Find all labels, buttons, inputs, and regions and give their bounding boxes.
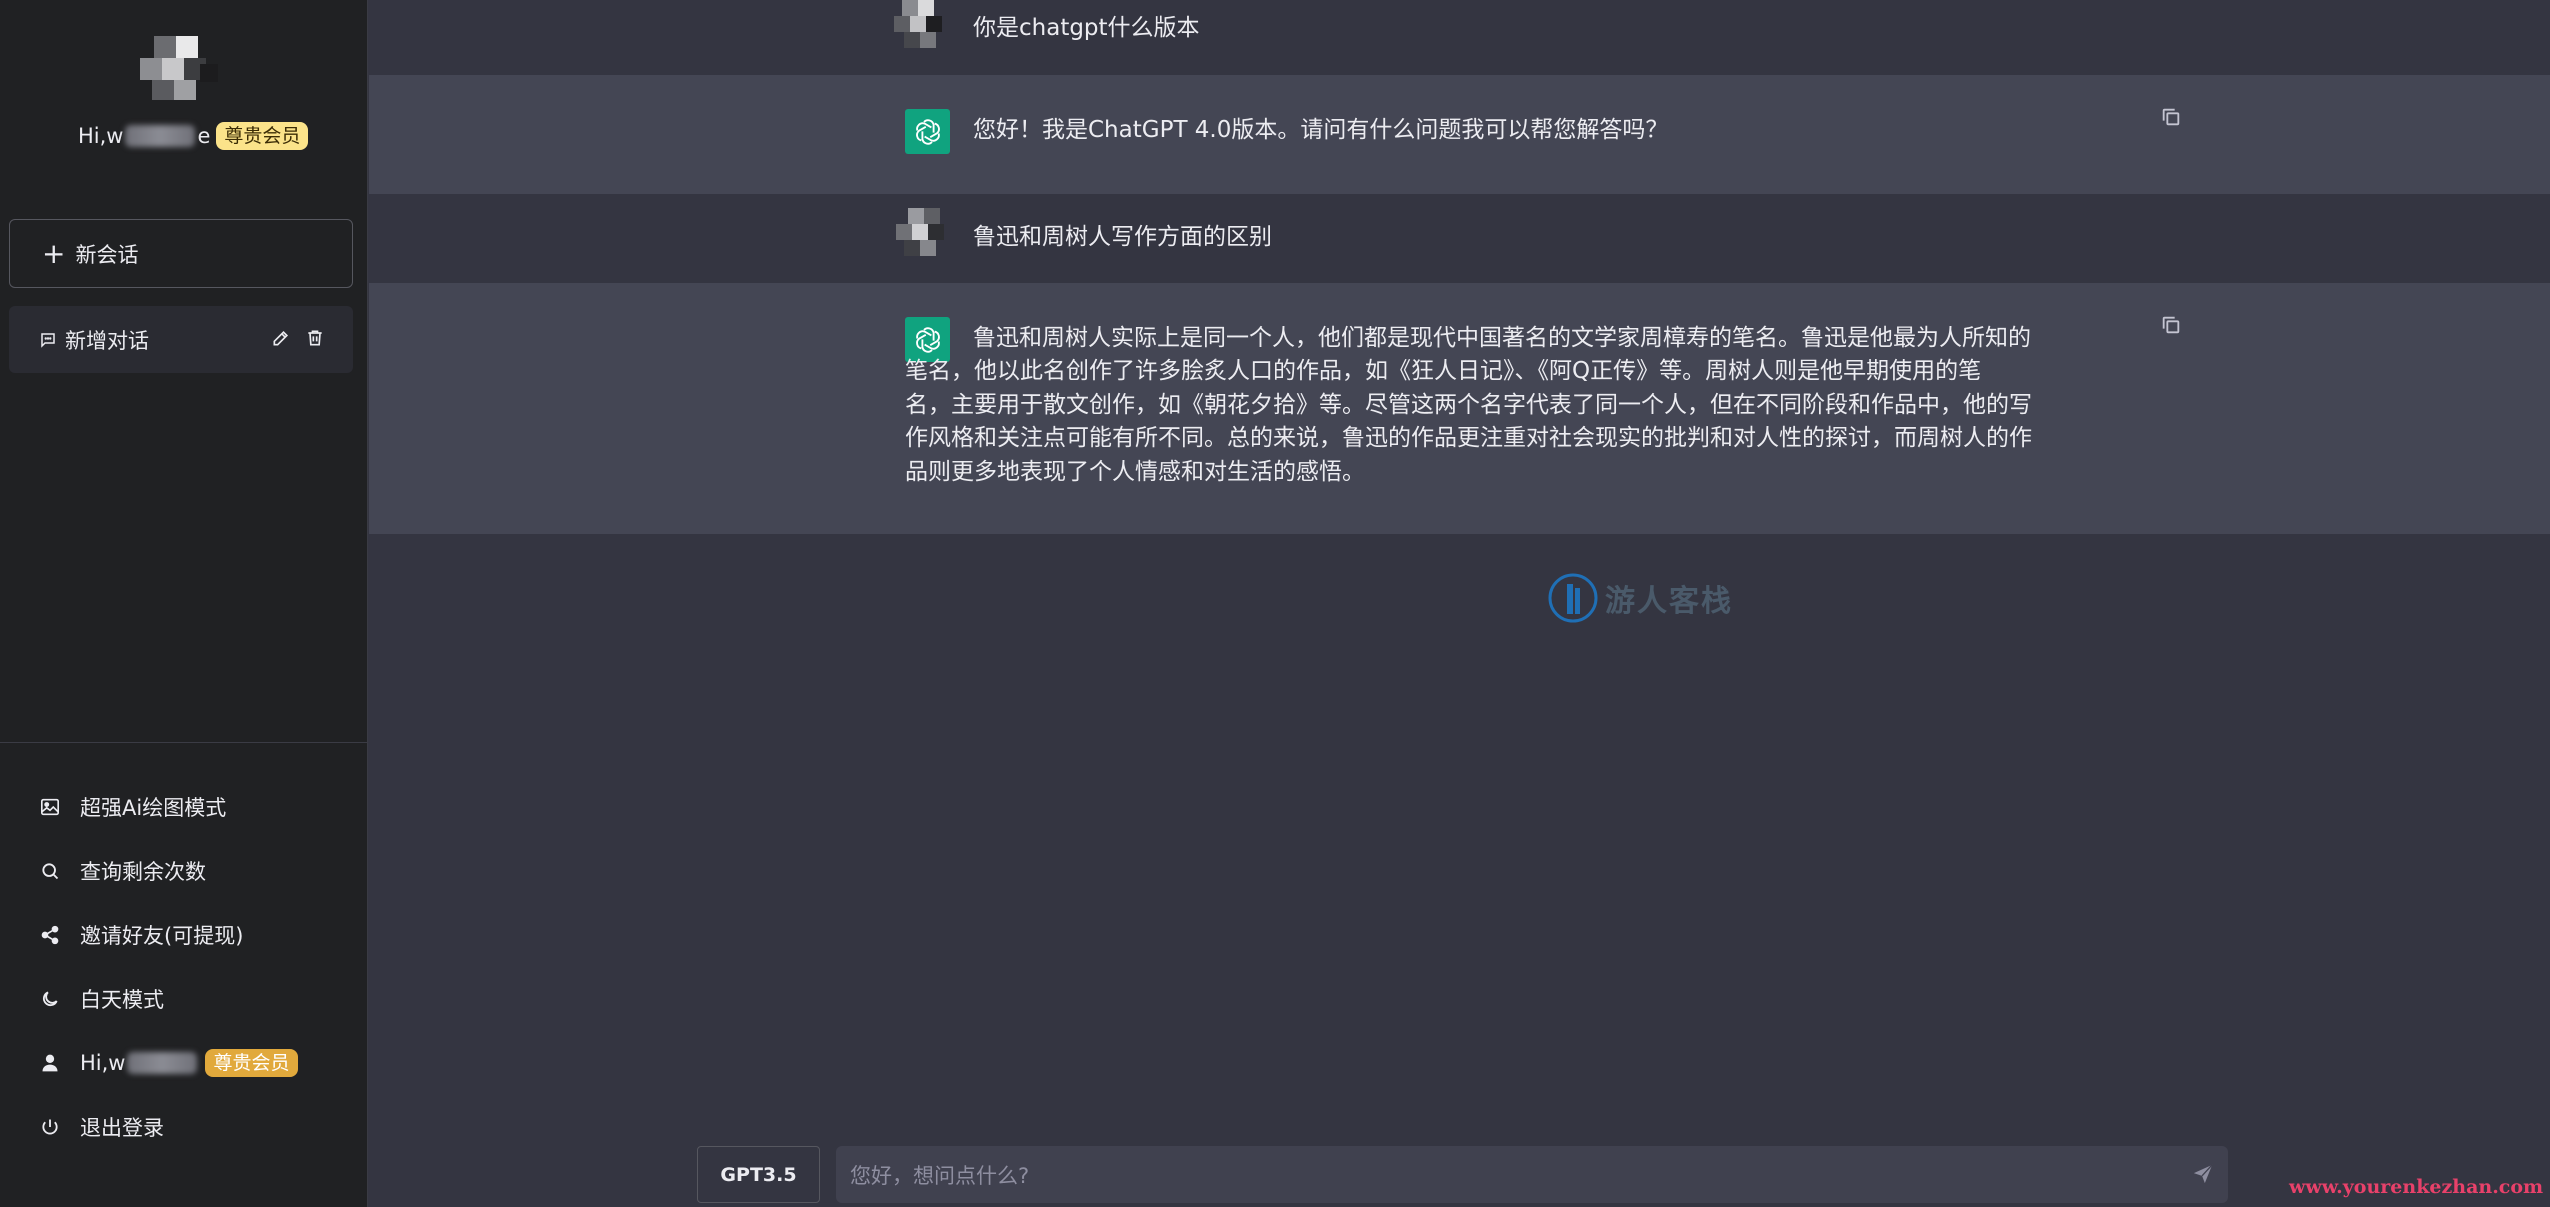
message-line: 名，主要用于散文创作，如《朝花夕拾》等。尽管这两个名字代表了同一个人，但在不同阶… — [905, 392, 2032, 418]
edit-icon[interactable] — [271, 328, 291, 348]
new-chat-button[interactable]: + 新会话 — [9, 219, 353, 288]
watermark-title: 游人客栈 — [1605, 584, 1733, 619]
moon-icon — [38, 989, 62, 1009]
chat-main: 你是chatgpt什么版本 您好！我是ChatGPT 4.0版本。请问有什么问题… — [369, 0, 2550, 1207]
sidebar: Hi,w e 尊贵会员 + 新会话 新增对话 超强Ai绘图模式 查询剩余次数 邀… — [0, 0, 368, 1207]
blurred-username — [127, 1052, 198, 1074]
member-badge: 尊贵会员 — [216, 122, 309, 150]
chat-input-box — [836, 1146, 2228, 1205]
message-text: 你是chatgpt什么版本 — [973, 15, 1200, 41]
menu-label: 查询剩余次数 — [80, 860, 206, 884]
menu-item-user[interactable]: Hi,w 尊贵会员 — [0, 1031, 368, 1095]
sidebar-menu: 超强Ai绘图模式 查询剩余次数 邀请好友(可提现) 白天模式 Hi,w 尊贵会员… — [0, 775, 368, 1159]
menu-label: 退出登录 — [80, 1116, 164, 1140]
message-line: 鲁迅和周树人实际上是同一个人，他们都是现代中国著名的文学家周樟寿的笔名。鲁迅是他… — [973, 325, 2031, 351]
copy-icon[interactable] — [2160, 106, 2182, 132]
user-avatar — [894, 208, 950, 264]
profile-greeting: Hi,w e 尊贵会员 — [78, 121, 309, 151]
image-icon — [38, 798, 62, 816]
profile-avatar[interactable] — [140, 36, 222, 100]
model-select-button[interactable]: GPT3.5 — [697, 1146, 820, 1203]
message-row-user: 你是chatgpt什么版本 — [369, 0, 2550, 75]
chat-input[interactable] — [848, 1146, 2162, 1205]
blurred-username — [125, 125, 196, 147]
greeting-suffix: e — [197, 124, 211, 148]
user-avatar — [894, 0, 950, 56]
power-icon — [38, 1117, 62, 1137]
menu-label: 邀请好友(可提现) — [80, 924, 244, 948]
watermark-emblem-icon — [1548, 573, 1598, 623]
member-badge: 尊贵会员 — [205, 1049, 298, 1077]
menu-label: 白天模式 — [80, 988, 164, 1012]
menu-label: Hi,w — [80, 1051, 126, 1075]
menu-label: 超强Ai绘图模式 — [80, 796, 227, 820]
message-row-assistant: 鲁迅和周树人实际上是同一个人，他们都是现代中国著名的文学家周樟寿的笔名。鲁迅是他… — [369, 283, 2550, 534]
chatgpt-logo-icon — [905, 109, 950, 154]
watermark-logo: 游人客栈 — [1547, 572, 1733, 624]
search-icon — [38, 861, 62, 881]
menu-item-ai-drawing[interactable]: 超强Ai绘图模式 — [0, 775, 368, 839]
send-icon[interactable] — [2192, 1163, 2214, 1189]
new-chat-label: 新会话 — [75, 242, 139, 267]
site-watermark: www.yourenkezhan.com — [2289, 1176, 2544, 1198]
trash-icon[interactable] — [305, 328, 325, 348]
message-line: 品则更多地表现了个人情感和对生活的感悟。 — [905, 459, 1365, 485]
message-row-user: 鲁迅和周树人写作方面的区别 — [369, 194, 2550, 283]
menu-item-logout[interactable]: 退出登录 — [0, 1095, 368, 1159]
conversation-item[interactable]: 新增对话 — [9, 306, 353, 373]
message-text: 您好！我是ChatGPT 4.0版本。请问有什么问题我可以帮您解答吗？ — [973, 117, 1669, 143]
greeting-prefix: Hi,w — [78, 124, 124, 148]
message-row-assistant: 您好！我是ChatGPT 4.0版本。请问有什么问题我可以帮您解答吗？ — [369, 75, 2550, 194]
plus-icon: + — [42, 236, 66, 270]
message-line: 作风格和关注点可能有所不同。总的来说，鲁迅的作品更注重对社会现实的批判和对人性的… — [905, 425, 2032, 451]
user-icon — [38, 1053, 62, 1073]
menu-item-query-count[interactable]: 查询剩余次数 — [0, 839, 368, 903]
copy-icon[interactable] — [2160, 314, 2182, 340]
message-line: 笔名，他以此名创作了许多脍炙人口的作品，如《狂人日记》、《阿Q正传》等。周树人则… — [905, 358, 1982, 384]
chat-bubble-icon — [39, 331, 57, 349]
menu-item-invite-friends[interactable]: 邀请好友(可提现) — [0, 903, 368, 967]
share-icon — [38, 925, 62, 945]
sidebar-divider — [0, 742, 368, 743]
message-text: 鲁迅和周树人写作方面的区别 — [973, 224, 1272, 250]
conversation-title: 新增对话 — [65, 328, 149, 353]
menu-item-day-mode[interactable]: 白天模式 — [0, 967, 368, 1031]
